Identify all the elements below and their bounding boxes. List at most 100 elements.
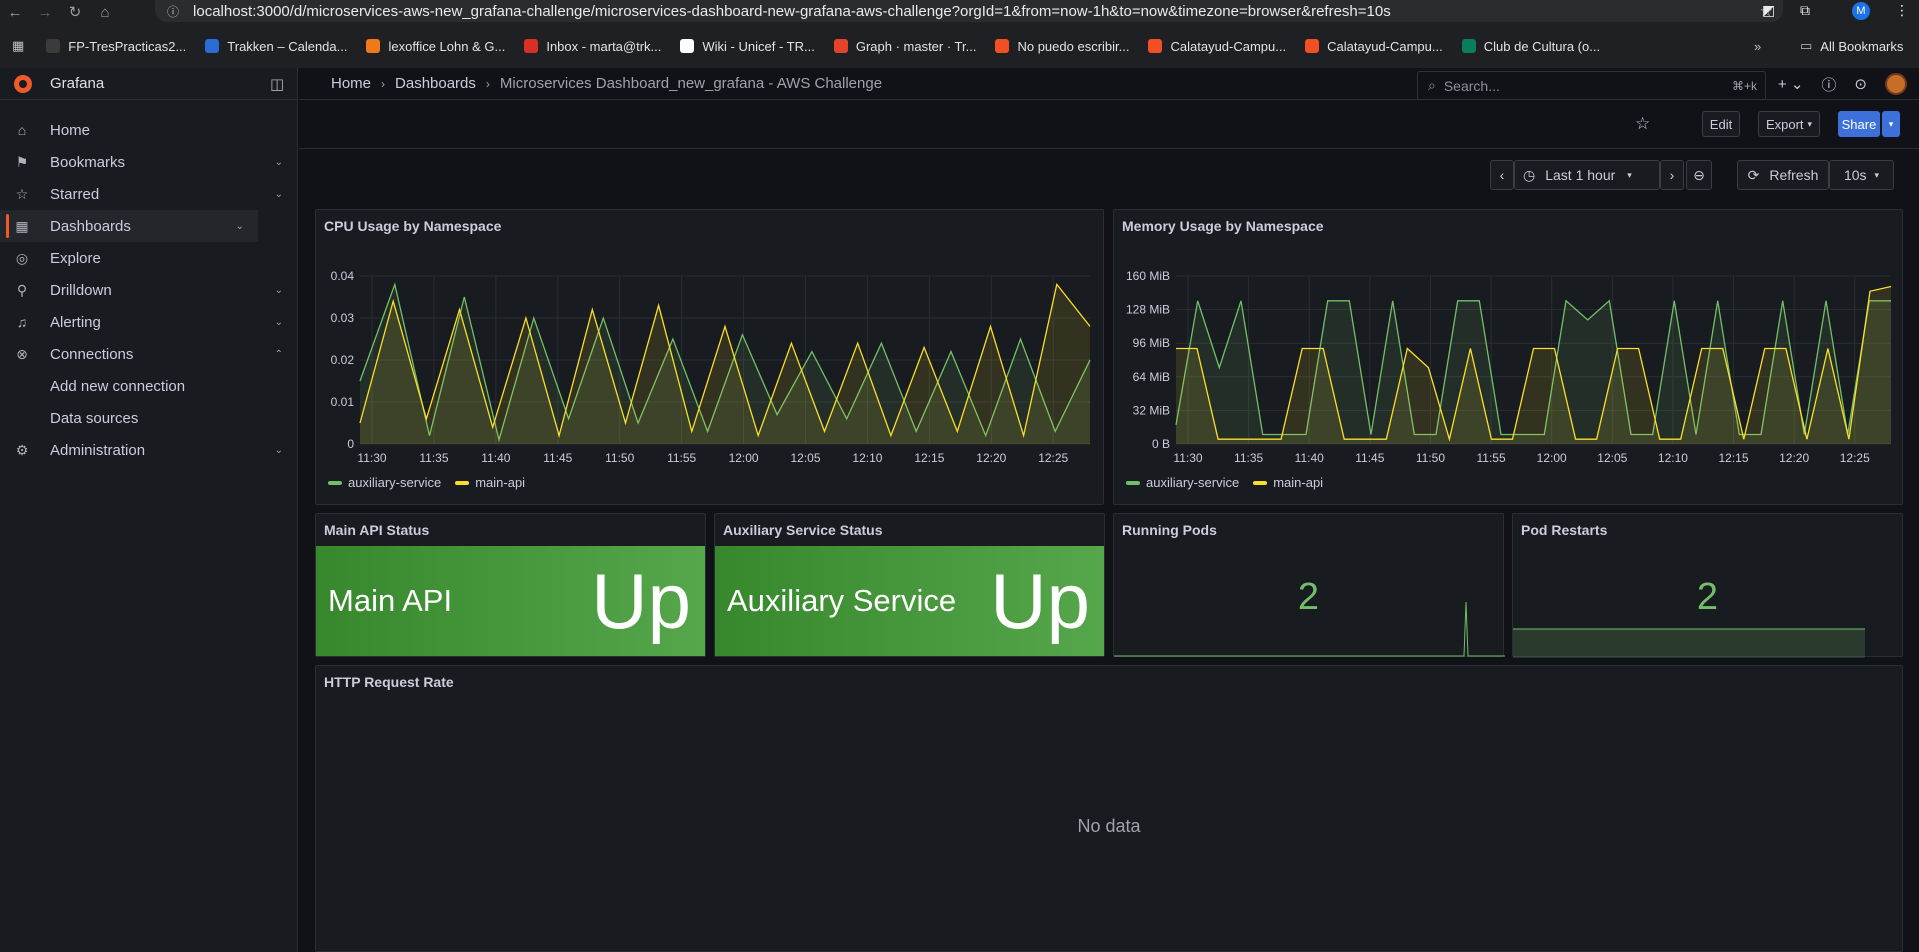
browser-menu-icon[interactable]: ⋮ — [1895, 2, 1909, 19]
bookmark-favicon-icon — [1461, 39, 1476, 53]
sidebar-item-alerting[interactable]: ♫ Alerting ⌄ — [0, 306, 297, 338]
x-tick-label: 11:35 — [1234, 451, 1263, 465]
stat-value: Up — [990, 557, 1090, 645]
help-icon[interactable]: ⓘ — [1821, 74, 1836, 95]
time-range-picker[interactable]: ◷ Last 1 hour ▾ — [1514, 160, 1660, 190]
legend-label: auxiliary-service — [1146, 475, 1240, 490]
sidebar-item-data-sources[interactable]: Data sources — [0, 402, 297, 434]
sidebar-item-bookmarks[interactable]: ⚑ Bookmarks ⌄ — [0, 146, 297, 178]
sidebar-item-label: Explore — [50, 249, 101, 267]
bookmark-favicon-icon — [995, 39, 1010, 53]
y-tick-label: 160 MiB — [1126, 269, 1170, 283]
http-request-rate-panel[interactable]: HTTP Request Rate No data — [315, 665, 1903, 952]
news-icon[interactable]: ⊙ — [1854, 75, 1867, 93]
main-api-status-panel[interactable]: Main API Status Main API Up — [315, 513, 706, 657]
site-info-icon[interactable]: ⓘ — [167, 3, 179, 20]
sidebar-item-starred[interactable]: ☆ Starred ⌄ — [0, 178, 297, 210]
legend-label: auxiliary-service — [348, 475, 442, 490]
x-tick-label: 12:00 — [1537, 451, 1567, 465]
x-tick-label: 11:50 — [1416, 451, 1445, 465]
bookmark-item[interactable]: Inbox - marta@trk... — [524, 39, 661, 54]
panel-title: HTTP Request Rate — [324, 674, 454, 690]
bookmark-item[interactable]: No puedo escribir... — [995, 39, 1129, 54]
x-tick-label: 11:40 — [481, 451, 510, 465]
user-avatar[interactable] — [1885, 73, 1907, 95]
time-forward-button[interactable]: › — [1660, 160, 1684, 190]
chevron-icon[interactable]: ⌄ — [275, 157, 283, 168]
grafana-logo-icon[interactable] — [12, 73, 34, 95]
reload-icon[interactable]: ↻ — [60, 3, 90, 21]
x-tick-label: 12:15 — [1719, 451, 1749, 465]
extensions-puzzle-icon[interactable]: ⧉ — [1800, 2, 1810, 19]
zoom-out-button[interactable]: ⊖ — [1686, 160, 1712, 190]
topbar-actions: + ⌄ ⓘ ⊙ — [1778, 68, 1919, 100]
x-tick-label: 12:25 — [1840, 451, 1870, 465]
star-dashboard-icon[interactable]: ☆ — [1635, 114, 1650, 134]
legend-item[interactable]: auxiliary-service — [328, 475, 441, 490]
refresh-interval-picker[interactable]: 10s ▾ — [1829, 160, 1894, 190]
profile-avatar[interactable]: M — [1852, 2, 1870, 20]
time-back-button[interactable]: ‹ — [1490, 160, 1514, 190]
dock-menu-icon[interactable]: ◫ — [270, 75, 284, 93]
auxiliary-status-panel[interactable]: Auxiliary Service Status Auxiliary Servi… — [714, 513, 1105, 657]
legend-item[interactable]: auxiliary-service — [1126, 475, 1239, 490]
apps-grid-icon[interactable]: ▦ — [12, 38, 24, 54]
star-icon: ☆ — [15, 185, 29, 202]
refresh-button[interactable]: ⟳ Refresh — [1737, 160, 1829, 190]
bookmark-item[interactable]: lexoffice Lohn & G... — [366, 39, 505, 54]
running-pods-panel[interactable]: Running Pods 2 — [1113, 513, 1505, 657]
legend-label: main-api — [1273, 475, 1324, 490]
bookmark-favicon-icon — [1148, 39, 1163, 53]
legend-swatch — [1126, 480, 1140, 485]
sidebar-item-connections[interactable]: ⊗ Connections ⌃ — [0, 338, 297, 370]
edit-button[interactable]: Edit — [1702, 111, 1740, 137]
home-browser-icon[interactable]: ⌂ — [90, 4, 120, 21]
bookmark-item[interactable]: Wiki - Unicef - TR... — [680, 39, 815, 54]
drilldown-icon: ⚲ — [16, 281, 28, 298]
bookmarks-bar: ▦ FP-TresPracticas2... Trakken – Calenda.… — [0, 24, 1919, 68]
breadcrumb-dashboards[interactable]: Dashboards — [395, 75, 476, 92]
breadcrumb-home[interactable]: Home — [331, 75, 371, 92]
all-bookmarks-button[interactable]: ▭ All Bookmarks — [1800, 38, 1903, 54]
sidebar-item-explore[interactable]: ◎ Explore — [0, 242, 297, 274]
forward-icon[interactable]: → — [30, 4, 60, 21]
bookmark-item[interactable]: Club de Cultura (o... — [1461, 39, 1600, 54]
bookmark-item[interactable]: Trakken – Calenda... — [205, 39, 347, 54]
cpu-chart[interactable]: 0 0.01 0.02 0.03 0.04 11:30 11:35 11:40 11:45 11:… — [316, 210, 1105, 506]
sidebar-item-dashboards[interactable]: ▦ Dashboards ⌄ — [0, 210, 258, 242]
more-bookmarks-icon[interactable]: » — [1754, 39, 1761, 54]
stat-name: Main API — [328, 583, 453, 618]
new-plus-icon[interactable]: + ⌄ — [1778, 75, 1804, 93]
address-bar[interactable]: ⓘ localhost:3000/d/microservices-aws-new… — [155, 0, 1783, 22]
chevron-icon[interactable]: ⌄ — [236, 221, 244, 232]
bookmark-favicon-icon — [680, 39, 695, 53]
extension-icon[interactable]: ◩ — [1762, 2, 1775, 19]
sidebar-item-home[interactable]: ⌂ Home — [0, 114, 297, 146]
refresh-label: Refresh — [1769, 167, 1819, 183]
legend-item[interactable]: main-api — [1253, 475, 1323, 490]
chevron-icon[interactable]: ⌄ — [275, 445, 283, 456]
pod-restarts-panel[interactable]: Pod Restarts 2 — [1512, 513, 1903, 658]
sidebar-item-add-new-connection[interactable]: Add new connection — [0, 370, 297, 402]
chevron-icon[interactable]: ⌄ — [275, 285, 283, 296]
y-tick-label: 0.01 — [331, 395, 355, 409]
chevron-icon[interactable]: ⌃ — [275, 349, 283, 360]
sidebar-item-administration[interactable]: ⚙ Administration ⌄ — [0, 434, 297, 466]
chevron-icon[interactable]: ⌄ — [275, 189, 283, 200]
bookmark-item[interactable]: Calatayud-Campu... — [1305, 39, 1443, 54]
sidebar-item-drilldown[interactable]: ⚲ Drilldown ⌄ — [0, 274, 297, 306]
memory-chart[interactable]: 0 B 32 MiB 64 MiB 96 MiB 128 MiB 160 MiB 11:30… — [1114, 210, 1904, 506]
bookmark-item[interactable]: Graph · master · Tr... — [833, 39, 976, 54]
bookmark-item[interactable]: FP-TresPracticas2... — [46, 39, 186, 54]
status-stat: Main API Up — [316, 546, 705, 656]
bookmark-item[interactable]: Calatayud-Campu... — [1148, 39, 1286, 54]
memory-panel[interactable]: Memory Usage by Namespace 0 B 32 MiB 64 Mi… — [1113, 209, 1903, 505]
share-button[interactable]: Share — [1838, 111, 1880, 137]
search-input[interactable]: ⌕ Search... ⌘+k — [1417, 71, 1766, 100]
share-menu-button[interactable]: ▾ — [1882, 111, 1900, 137]
chevron-icon[interactable]: ⌄ — [275, 317, 283, 328]
back-icon[interactable]: ← — [0, 4, 30, 21]
legend-item[interactable]: main-api — [455, 475, 525, 490]
export-button[interactable]: Export ▾ — [1758, 111, 1820, 137]
cpu-panel[interactable]: CPU Usage by Namespace 0 0.01 0.02 0.03 0.04… — [315, 209, 1104, 505]
